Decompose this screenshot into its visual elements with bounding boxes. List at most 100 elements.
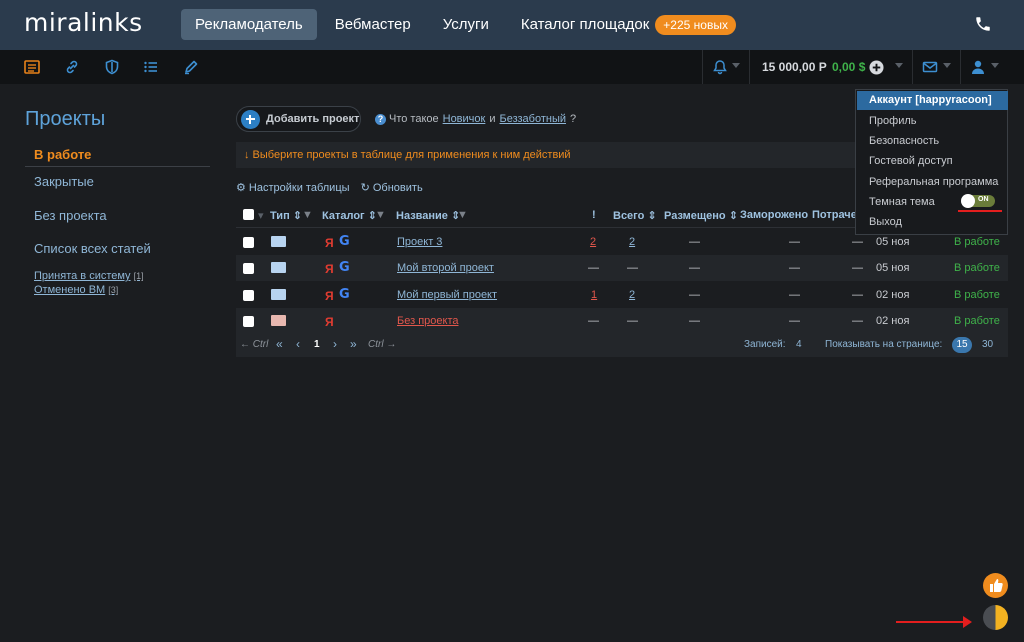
add-project-label: Добавить проект [266, 113, 360, 125]
table-settings-label: Настройки таблицы [248, 182, 350, 194]
add-project-button[interactable]: Добавить проект [236, 106, 361, 132]
col-type[interactable]: Тип ⇕ [270, 209, 302, 222]
pagination: ← Ctrl « ‹ 1 › » Ctrl → Записей: 4 Показ… [236, 333, 1008, 357]
yandex-icon: Я [325, 289, 334, 303]
theme-switch-button[interactable] [983, 605, 1008, 630]
select-all-checkbox[interactable] [243, 209, 254, 220]
chevron-down-icon[interactable] [895, 63, 903, 68]
placed-value: — [689, 315, 700, 327]
sidebar-link-accepted[interactable]: Принята в систему [1] [34, 270, 144, 282]
col-placed[interactable]: Размещено ⇕ [664, 209, 738, 222]
table-row[interactable]: Я G Мой первый проект 1 2 — — — 02 ноя В… [236, 282, 1008, 308]
last-page-button[interactable]: » [350, 337, 357, 351]
col-name[interactable]: Название ⇕ [396, 209, 460, 222]
phone-icon[interactable] [974, 15, 992, 33]
placed-value: — [689, 236, 700, 248]
row-checkbox[interactable] [243, 237, 254, 248]
chevron-down-icon[interactable] [991, 63, 999, 68]
project-name-link[interactable]: Проект 3 [397, 236, 442, 248]
col-excl[interactable]: ! [592, 209, 596, 221]
sidebar-link-cancelled[interactable]: Отменено ВМ [3] [34, 284, 118, 296]
nav-catalog-label: Каталог площадок [520, 16, 650, 33]
yandex-icon: Я [325, 262, 334, 276]
menu-item-dark-theme[interactable]: Темная тема [869, 196, 935, 208]
carefree-link[interactable]: Беззаботный [500, 113, 567, 125]
shield-icon[interactable] [104, 59, 120, 75]
row-checkbox[interactable] [243, 290, 254, 301]
chevron-down-icon[interactable]: ▾ [258, 209, 264, 222]
col-catalog[interactable]: Каталог ⇕ [322, 209, 377, 222]
page-title: Проекты [25, 108, 106, 130]
total-count[interactable]: 2 [629, 236, 635, 248]
account-header[interactable]: Аккаунт [happyracoon] [857, 91, 1008, 110]
mail-icon[interactable] [922, 59, 938, 75]
menu-item-security[interactable]: Безопасность [869, 135, 939, 147]
row-checkbox[interactable] [243, 316, 254, 327]
current-page[interactable]: 1 [314, 339, 320, 350]
per-page-15-button[interactable]: 15 [952, 337, 972, 353]
sidebar-item-all-articles[interactable]: Список всех статей [34, 241, 151, 256]
whatis-middle: и [489, 113, 496, 125]
bell-icon[interactable] [712, 59, 728, 75]
divider [749, 50, 750, 84]
menu-item-logout[interactable]: Выход [869, 216, 902, 228]
sidebar-item-no-project[interactable]: Без проекта [34, 208, 107, 223]
filter-icon[interactable]: ▼ [457, 209, 468, 221]
per-page-30-button[interactable]: 30 [982, 339, 993, 350]
filter-icon[interactable]: ▼ [302, 209, 313, 221]
placed-value: — [689, 262, 700, 274]
nav-catalog[interactable]: Каталог площадок +225 новых [507, 9, 750, 40]
logo[interactable]: miralinks [24, 8, 143, 37]
link-icon[interactable] [64, 59, 80, 75]
total-count[interactable]: 2 [629, 289, 635, 301]
row-checkbox[interactable] [243, 263, 254, 274]
nav-services[interactable]: Услуги [429, 9, 503, 40]
project-name-link[interactable]: Мой первый проект [397, 289, 497, 301]
first-page-button[interactable]: « [276, 337, 283, 351]
annotation-underline [958, 210, 1002, 212]
date-value: 05 ноя [876, 236, 910, 248]
divider [702, 50, 703, 84]
chevron-down-icon[interactable] [732, 63, 740, 68]
filter-icon[interactable]: ▼ [375, 209, 386, 221]
feedback-button[interactable] [983, 573, 1008, 598]
refresh-label: Обновить [372, 182, 423, 194]
table-settings-button[interactable]: ⚙ Настройки таблицы [236, 182, 350, 194]
sidebar-link-label: Отменено ВМ [34, 284, 106, 296]
refresh-button[interactable]: ↻ Обновить [361, 182, 423, 194]
list-icon[interactable] [24, 59, 40, 75]
folder-icon [271, 262, 286, 273]
table-row[interactable]: Я G Мой второй проект — — — — — 05 ноя В… [236, 255, 1008, 281]
add-funds-icon[interactable] [869, 60, 884, 75]
nav-advertiser[interactable]: Рекламодатель [181, 9, 317, 40]
folder-icon [271, 236, 286, 247]
menu-item-profile[interactable]: Профиль [869, 115, 917, 127]
chevron-down-icon[interactable] [943, 63, 951, 68]
status-badge: В работе [954, 315, 1000, 327]
pen-icon[interactable] [183, 59, 199, 75]
novice-link[interactable]: Новичок [443, 113, 486, 125]
prev-page-button[interactable]: ‹ [296, 337, 300, 351]
sidebar-item-closed[interactable]: Закрытые [34, 174, 94, 189]
project-name-link[interactable]: Без проекта [397, 315, 458, 327]
spent-value: — [852, 262, 863, 274]
bullet-list-icon[interactable] [143, 59, 159, 75]
col-frozen[interactable]: Заморожено [740, 209, 808, 221]
account-dropdown: Аккаунт [happyracoon] Профиль Безопаснос… [855, 89, 1008, 235]
google-icon: G [339, 260, 350, 275]
menu-item-guest-access[interactable]: Гостевой доступ [869, 155, 953, 167]
col-total[interactable]: Всего ⇕ [613, 209, 657, 222]
user-icon[interactable] [970, 59, 986, 75]
date-value: 05 ноя [876, 262, 910, 274]
menu-item-referral[interactable]: Реферальная программа [869, 176, 998, 188]
next-page-button[interactable]: › [333, 337, 337, 351]
table-row[interactable]: Я Без проекта — — — — — 02 ноя В работе [236, 308, 1008, 334]
nav-webmaster[interactable]: Вебмастер [321, 9, 425, 40]
toggle-label: ON [978, 196, 989, 203]
dark-theme-toggle[interactable]: ON [961, 194, 995, 208]
excl-count[interactable]: 1 [591, 289, 597, 301]
excl-count[interactable]: 2 [590, 236, 596, 248]
annotation-arrow [896, 616, 972, 628]
sidebar-item-active[interactable]: В работе [25, 141, 210, 167]
project-name-link[interactable]: Мой второй проект [397, 262, 494, 274]
